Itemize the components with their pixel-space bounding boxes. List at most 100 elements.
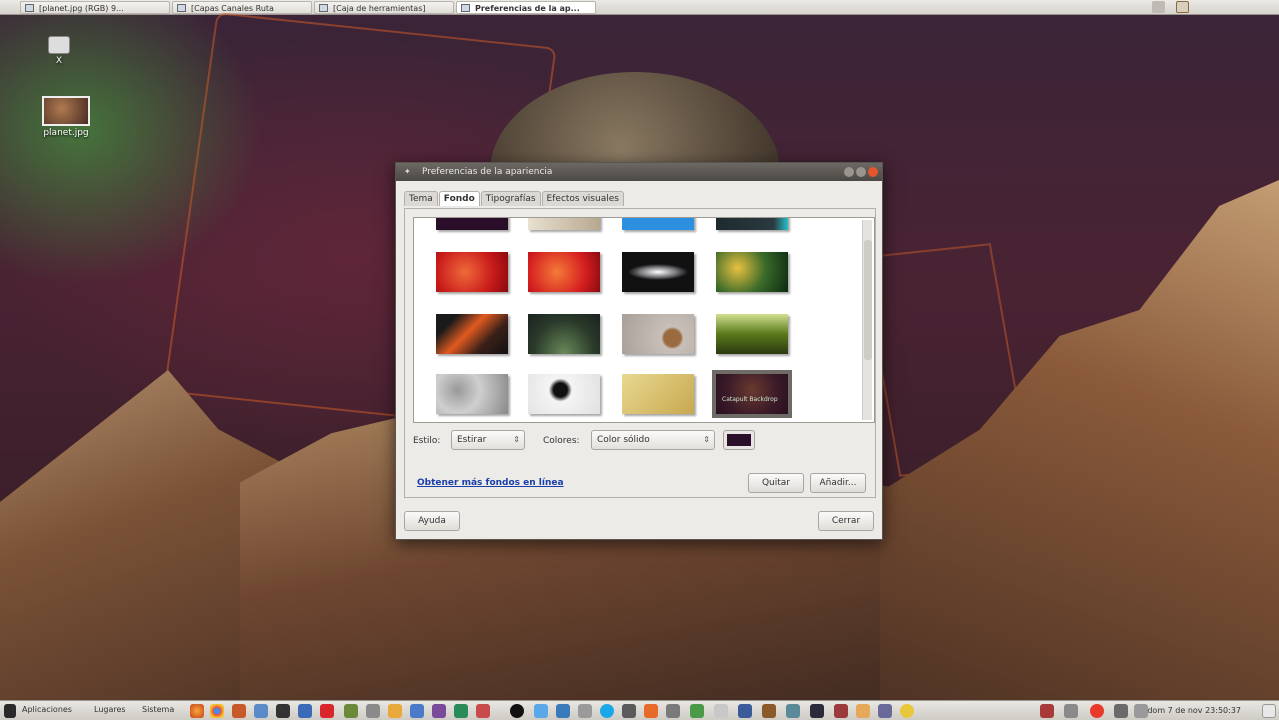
task-label: Preferencias de la ap... xyxy=(475,3,580,13)
wallpaper-thumbnail[interactable] xyxy=(716,314,788,354)
app-icon[interactable] xyxy=(738,704,752,718)
volume-icon[interactable] xyxy=(1114,704,1128,718)
dialog-title: Preferencias de la apariencia xyxy=(422,167,553,177)
app-icon[interactable] xyxy=(666,704,680,718)
task-button-layers[interactable]: [Capas Canales Ruta xyxy=(172,0,312,14)
app-icon[interactable] xyxy=(534,704,548,718)
tab-fondo[interactable]: Fondo xyxy=(438,191,480,206)
app-icon[interactable] xyxy=(834,704,848,718)
wallpaper-thumbnail[interactable] xyxy=(436,252,508,292)
menu-logo-icon[interactable] xyxy=(4,704,16,718)
updown-arrow-icon: ⇕ xyxy=(703,435,710,444)
colors-select[interactable]: Color sólido ⇕ xyxy=(591,430,715,450)
tab-tema[interactable]: Tema xyxy=(404,191,438,206)
wallpaper-thumbnail[interactable] xyxy=(528,374,600,414)
network-icon[interactable] xyxy=(1152,1,1165,13)
clock[interactable]: dom 7 de nov 23:50:37 xyxy=(1147,706,1241,715)
app-icon[interactable] xyxy=(578,704,592,718)
wallpaper-thumbnail[interactable] xyxy=(716,218,788,230)
color-swatch-button[interactable] xyxy=(723,430,755,450)
task-button-appearance[interactable]: Preferencias de la ap... xyxy=(456,0,596,14)
tab-efectos-visuales[interactable]: Efectos visuales xyxy=(541,191,624,206)
task-label: [Capas Canales Ruta xyxy=(191,3,274,13)
thumbnail-caption: Catapult Backdrop xyxy=(722,396,778,403)
app-icon[interactable] xyxy=(878,704,892,718)
wallpaper-thumbnail[interactable] xyxy=(436,374,508,414)
app-icon[interactable] xyxy=(510,704,524,718)
background-tab-panel: Catapult Backdrop Estilo: Estirar ⇕ Colo… xyxy=(404,208,876,498)
toolbox-icon xyxy=(319,3,328,12)
system-menu[interactable]: Sistema xyxy=(142,705,174,714)
style-select-value: Estirar xyxy=(457,435,487,445)
battery-icon[interactable] xyxy=(1040,704,1054,718)
show-desktop-icon[interactable] xyxy=(1262,704,1276,718)
skype-icon[interactable] xyxy=(600,704,614,718)
app-icon[interactable] xyxy=(556,704,570,718)
wallpaper-thumbnail[interactable] xyxy=(436,218,508,230)
wallpaper-gallery[interactable]: Catapult Backdrop xyxy=(413,217,875,423)
image-icon xyxy=(25,3,34,12)
app-icon[interactable] xyxy=(432,704,446,718)
app-icon[interactable] xyxy=(644,704,658,718)
app-icon[interactable] xyxy=(762,704,776,718)
chrome-icon[interactable] xyxy=(210,704,224,718)
app-icon[interactable] xyxy=(366,704,380,718)
applications-menu[interactable]: Aplicaciones xyxy=(22,705,72,714)
wallpaper-thumbnail[interactable] xyxy=(716,252,788,292)
app-icon[interactable] xyxy=(388,704,402,718)
app-icon[interactable] xyxy=(254,704,268,718)
trash-icon[interactable] xyxy=(1176,1,1189,13)
wallpaper-thumbnail[interactable] xyxy=(622,314,694,354)
top-taskbar: [planet.jpg (RGB) 9... [Capas Canales Ru… xyxy=(0,0,1279,15)
task-button-gimp-image[interactable]: [planet.jpg (RGB) 9... xyxy=(20,0,170,14)
app-icon[interactable] xyxy=(454,704,468,718)
app-icon[interactable] xyxy=(298,704,312,718)
window-menu-icon[interactable]: ✦ xyxy=(404,167,413,176)
desktop-icon-drive[interactable]: X xyxy=(44,36,74,66)
layers-icon xyxy=(177,3,186,12)
app-icon[interactable] xyxy=(714,704,728,718)
tab-tipografias[interactable]: Tipografías xyxy=(480,191,541,206)
wallpaper-thumbnail[interactable] xyxy=(622,374,694,414)
wallpaper-thumbnail[interactable] xyxy=(436,314,508,354)
wallpaper-thumbnail[interactable] xyxy=(528,218,600,230)
task-button-toolbox[interactable]: [Caja de herramientas] xyxy=(314,0,454,14)
close-icon[interactable] xyxy=(868,167,878,177)
dialog-titlebar[interactable]: ✦ Preferencias de la apariencia xyxy=(396,163,882,181)
help-button[interactable]: Ayuda xyxy=(404,511,460,531)
close-button[interactable]: Cerrar xyxy=(818,511,874,531)
desktop-icon-planet-jpg[interactable]: planet.jpg xyxy=(34,96,98,138)
app-icon[interactable] xyxy=(810,704,824,718)
mail-icon[interactable] xyxy=(1134,704,1148,718)
colors-select-value: Color sólido xyxy=(597,435,650,445)
app-icon[interactable] xyxy=(344,704,358,718)
drive-icon xyxy=(48,36,70,54)
app-icon[interactable] xyxy=(786,704,800,718)
app-icon[interactable] xyxy=(410,704,424,718)
app-icon[interactable] xyxy=(690,704,704,718)
wallpaper-thumbnail-selected[interactable]: Catapult Backdrop xyxy=(712,370,792,418)
places-menu[interactable]: Lugares xyxy=(94,705,126,714)
terminal-icon[interactable] xyxy=(276,704,290,718)
scrollbar-thumb[interactable] xyxy=(864,240,872,360)
network-icon[interactable] xyxy=(1064,704,1078,718)
app-icon[interactable] xyxy=(476,704,490,718)
wallpaper-thumbnail[interactable] xyxy=(528,314,600,354)
wallpaper-thumbnail[interactable] xyxy=(622,218,694,230)
app-icon[interactable] xyxy=(622,704,636,718)
app-icon[interactable] xyxy=(856,704,870,718)
wallpaper-thumbnail[interactable] xyxy=(528,252,600,292)
gallery-scrollbar[interactable] xyxy=(862,220,872,420)
app-icon[interactable] xyxy=(232,704,246,718)
pdf-icon[interactable] xyxy=(320,704,334,718)
app-icon[interactable] xyxy=(900,704,914,718)
wallpaper-thumbnail[interactable] xyxy=(622,252,694,292)
style-select[interactable]: Estirar ⇕ xyxy=(451,430,525,450)
get-more-backgrounds-link[interactable]: Obtener más fondos en línea xyxy=(417,478,564,488)
firefox-icon[interactable] xyxy=(190,704,204,718)
power-icon[interactable] xyxy=(1090,704,1104,718)
remove-button[interactable]: Quitar xyxy=(748,473,804,493)
add-button[interactable]: Añadir... xyxy=(810,473,866,493)
maximize-icon[interactable] xyxy=(856,167,866,177)
minimize-icon[interactable] xyxy=(844,167,854,177)
